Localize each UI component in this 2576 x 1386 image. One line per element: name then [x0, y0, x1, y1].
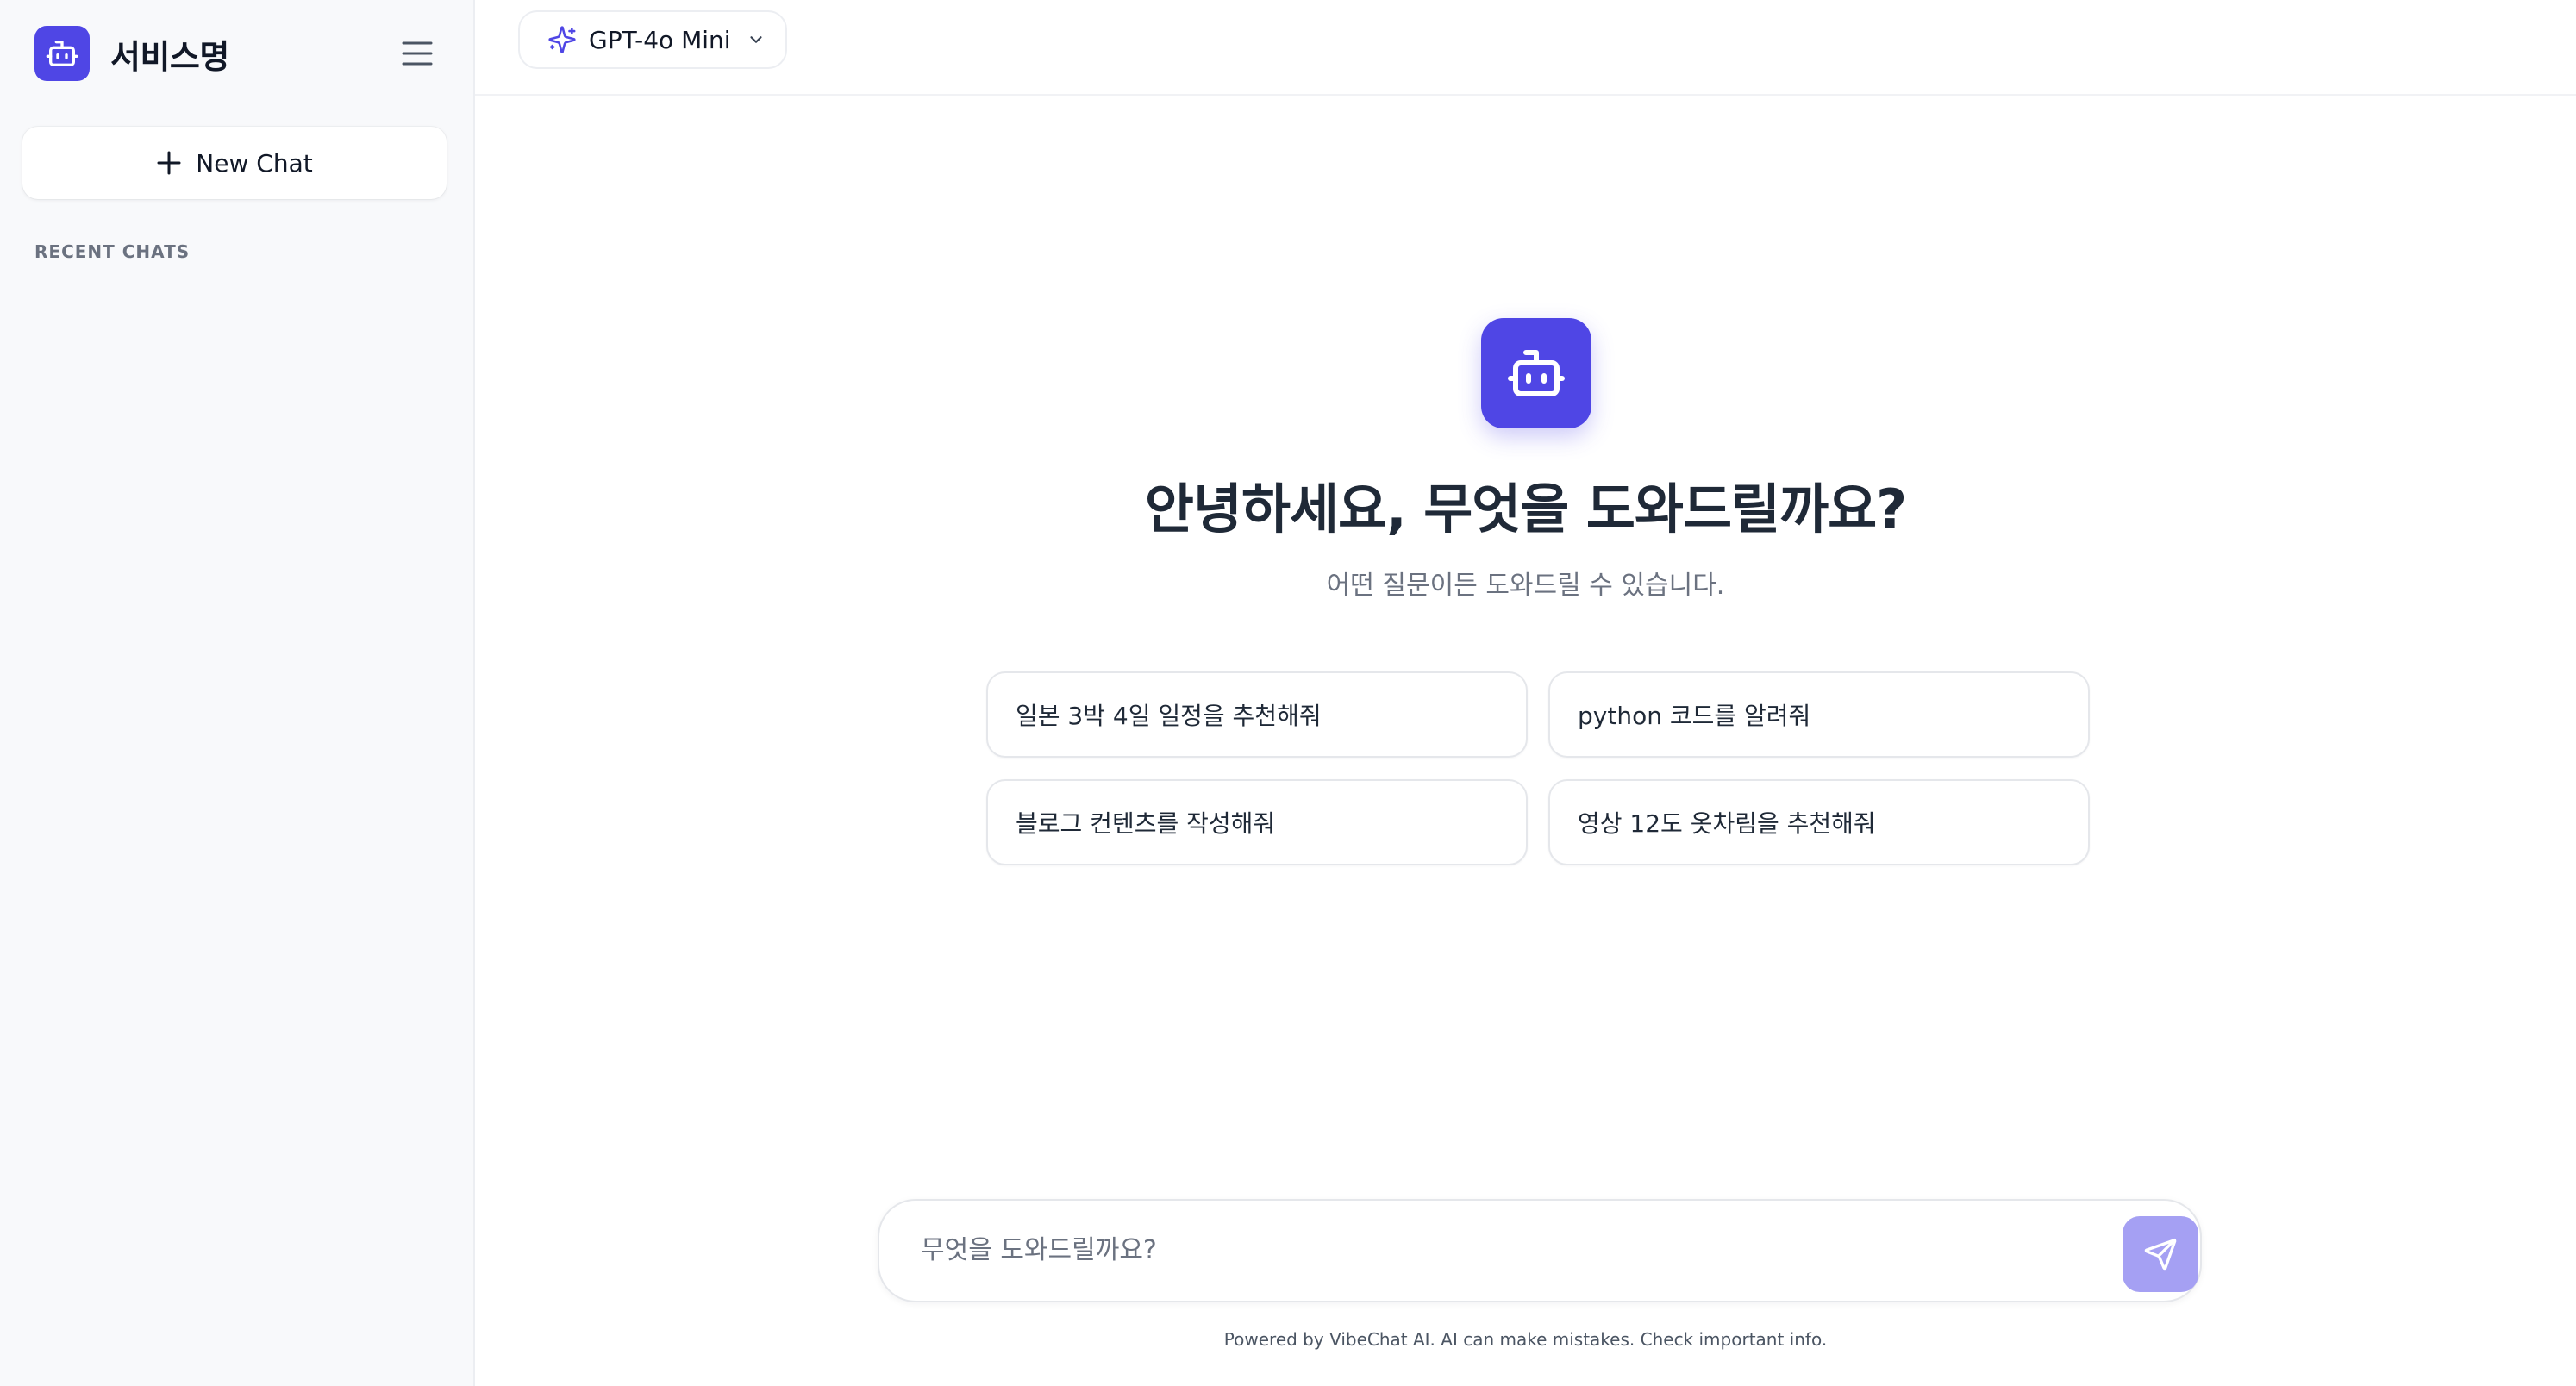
- message-composer: [878, 1199, 2202, 1302]
- menu-button[interactable]: [398, 36, 436, 71]
- main-area: GPT-4o Mini 안녕하세요, 무엇을 도와드릴까요? 어떤 질문이든 도…: [475, 0, 2576, 1386]
- message-input[interactable]: [919, 1223, 2112, 1277]
- welcome-subtitle: 어떤 질문이든 도와드릴 수 있습니다.: [1326, 571, 1725, 601]
- suggestion-card[interactable]: python 코드를 알려줘: [1548, 671, 2090, 758]
- send-icon: [2144, 1239, 2177, 1270]
- welcome-title: 안녕하세요, 무엇을 도와드릴까요?: [1144, 478, 1907, 540]
- model-selector[interactable]: GPT-4o Mini: [518, 10, 787, 69]
- send-button[interactable]: [2123, 1216, 2198, 1292]
- suggestion-card[interactable]: 블로그 컨텐츠를 작성해줘: [986, 779, 1528, 865]
- new-chat-label: New Chat: [196, 148, 313, 178]
- app-root: 서비스명 New Chat RECENT CHATS GPT-4o Mini 안…: [0, 0, 2576, 1386]
- plus-icon: [157, 151, 181, 175]
- suggestion-card[interactable]: 일본 3박 4일 일정을 추천해줘: [986, 671, 1528, 758]
- sidebar: 서비스명 New Chat RECENT CHATS: [0, 0, 475, 1386]
- bot-icon: [1481, 318, 1591, 428]
- chevron-down-icon: [747, 30, 766, 49]
- recent-chats-heading: RECENT CHATS: [34, 241, 191, 262]
- bot-icon: [34, 26, 90, 81]
- new-chat-button[interactable]: New Chat: [22, 127, 447, 199]
- model-name: GPT-4o Mini: [589, 25, 731, 54]
- footer-disclaimer: Powered by VibeChat AI. AI can make mist…: [1223, 1329, 1828, 1350]
- top-bar: GPT-4o Mini: [475, 0, 2576, 96]
- suggestion-card[interactable]: 영상 12도 옷차림을 추천해줘: [1548, 779, 2090, 865]
- brand-name: 서비스명: [110, 37, 229, 76]
- sparkles-icon: [547, 25, 577, 54]
- brand[interactable]: 서비스명: [34, 26, 229, 81]
- menu-icon: [402, 41, 433, 66]
